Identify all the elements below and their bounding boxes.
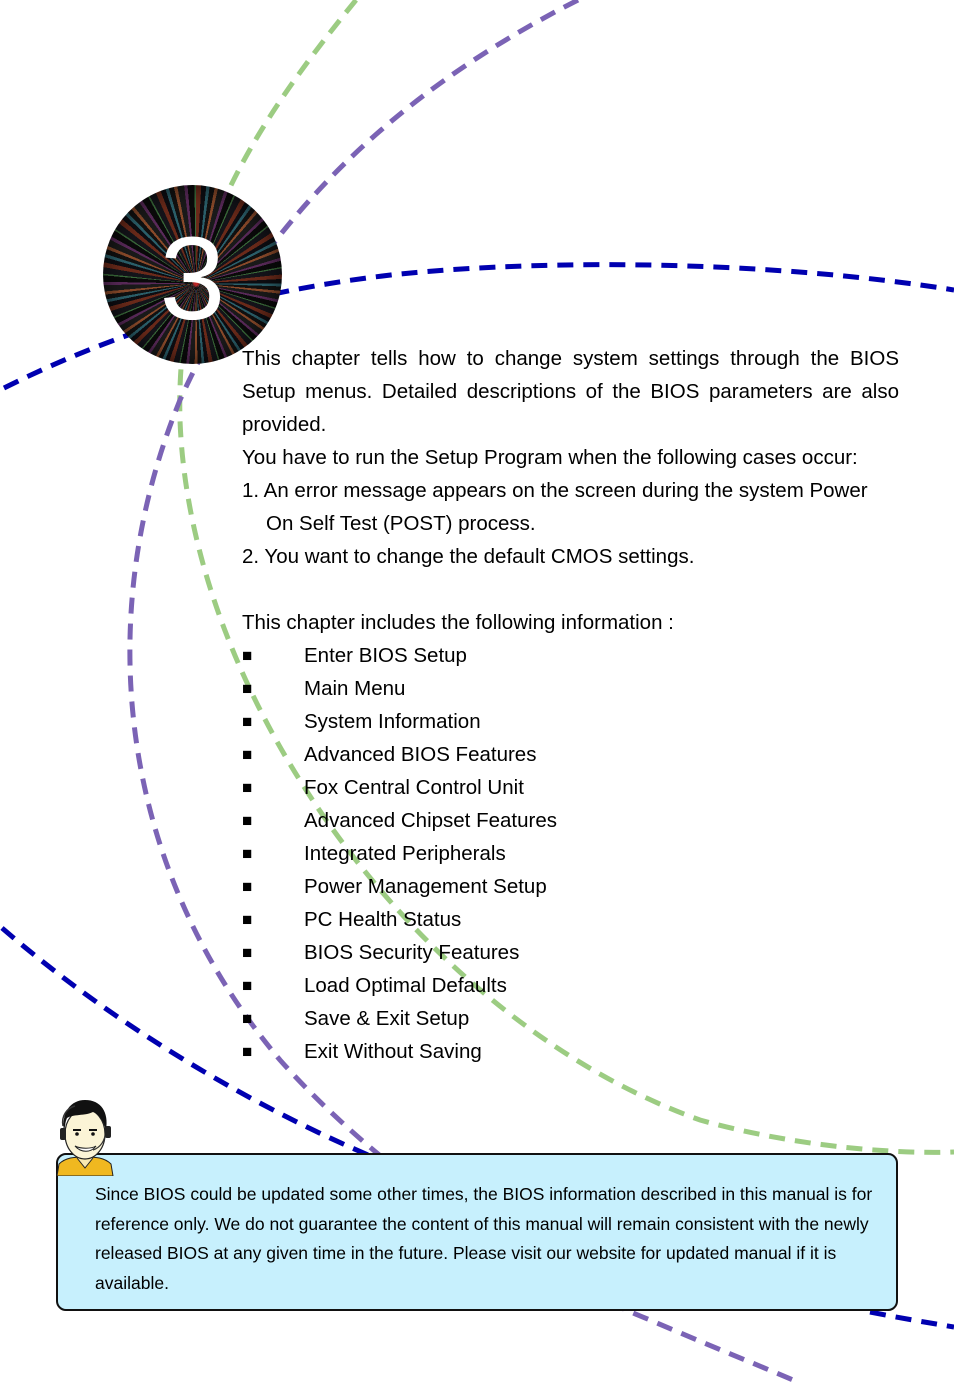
topic-list-item: ■ Main Menu [242,672,899,705]
topic-label: Enter BIOS Setup [304,644,467,667]
topic-label: System Information [304,710,481,733]
square-bullet-icon: ■ [242,712,253,731]
topic-label: BIOS Security Features [304,941,520,964]
topic-list-item: ■ Fox Central Control Unit [242,771,899,804]
topic-list-item: ■ BIOS Security Features [242,936,899,969]
topic-list-item: ■ Advanced Chipset Features [242,804,899,837]
topic-label: Advanced BIOS Features [304,743,537,766]
setup-cases-intro: You have to run the Setup Program when t… [242,446,858,469]
topic-label: Load Optimal Defaults [304,974,507,997]
chapter-badge-starburst-icon: 3 [103,185,282,364]
topic-list-item: ■ Integrated Peripherals [242,837,899,870]
topic-label: Exit Without Saving [304,1040,482,1063]
note-text: Since BIOS could be updated some other t… [95,1184,873,1293]
support-agent-headset-icon [56,1100,114,1176]
intro-paragraph: This chapter tells how to change system … [242,347,899,436]
square-bullet-icon: ■ [242,844,253,863]
square-bullet-icon: ■ [242,943,253,962]
setup-case-item: 2. You want to change the default CMOS s… [242,545,695,568]
topic-list-item: ■ PC Health Status [242,903,899,936]
topic-list: ■ Enter BIOS Setup ■ Main Menu ■ System Inf… [242,639,899,1068]
square-bullet-icon: ■ [242,679,253,698]
topic-label: PC Health Status [304,908,462,931]
topic-list-item: ■ Load Optimal Defaults [242,969,899,1002]
topic-list-item: ■ Advanced BIOS Features [242,738,899,771]
topic-label: Power Management Setup [304,875,547,898]
topic-list-item: ■ Save & Exit Setup [242,1002,899,1035]
topic-list-item: ■ Power Management Setup [242,870,899,903]
chapter-intro-content: This chapter tells how to change system … [242,342,899,1068]
square-bullet-icon: ■ [242,811,253,830]
square-bullet-icon: ■ [242,976,253,995]
square-bullet-icon: ■ [242,745,253,764]
square-bullet-icon: ■ [242,646,253,665]
square-bullet-icon: ■ [242,778,253,797]
topic-list-item: ■ Enter BIOS Setup [242,639,899,672]
bios-disclaimer-note: Since BIOS could be updated some other t… [56,1153,898,1311]
square-bullet-icon: ■ [242,1042,253,1061]
chapter-number: 3 [159,212,226,345]
includes-heading: This chapter includes the following info… [242,611,674,634]
blue-dashed-curve-bottom-right [869,1309,954,1330]
topic-label: Main Menu [304,677,406,700]
setup-case-item: 1. An error message appears on the scree… [242,479,868,535]
square-bullet-icon: ■ [242,1009,253,1028]
topic-list-item: ■ Exit Without Saving [242,1035,899,1068]
topic-label: Integrated Peripherals [304,842,506,865]
topic-label: Advanced Chipset Features [304,809,557,832]
topic-label: Save & Exit Setup [304,1007,470,1030]
square-bullet-icon: ■ [242,910,253,929]
square-bullet-icon: ■ [242,877,253,896]
topic-list-item: ■ System Information [242,705,899,738]
topic-label: Fox Central Control Unit [304,776,524,799]
